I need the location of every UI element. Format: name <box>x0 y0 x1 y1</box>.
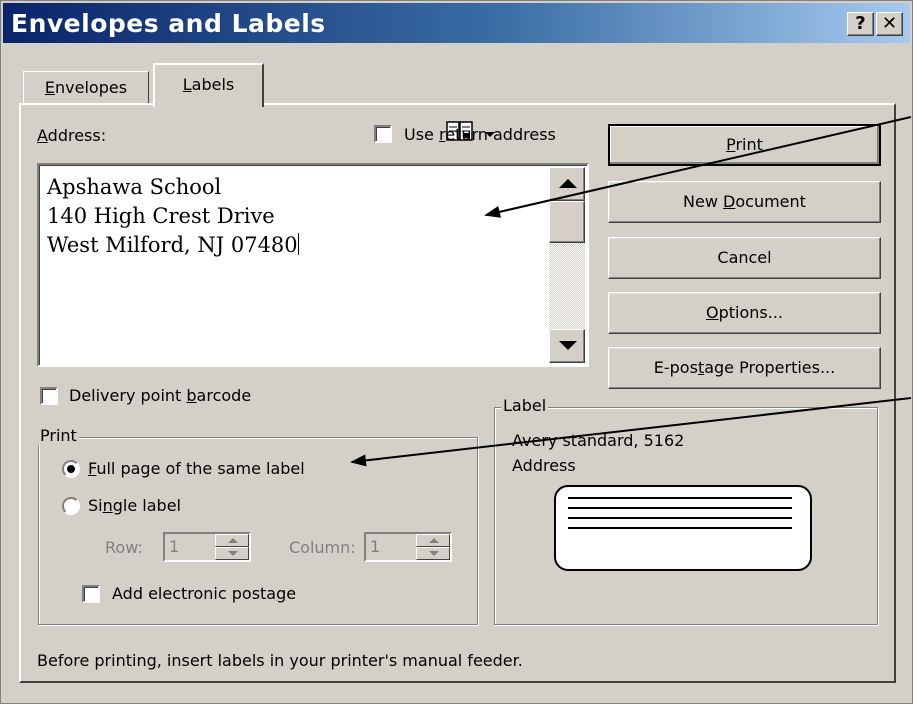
footer-hint: Before printing, insert labels in your p… <box>37 651 523 670</box>
scroll-down-icon <box>559 341 577 350</box>
window-title: Envelopes and Labels <box>11 9 326 38</box>
single-label-radio[interactable] <box>62 497 80 515</box>
delivery-barcode-label: Delivery point barcode <box>69 386 251 405</box>
tab-envelopes-key: E <box>44 78 56 97</box>
dpb-prefix: Delivery point <box>69 386 187 405</box>
envelopes-labels-dialog: Envelopes and Labels ? ✕ Envelopes Label… <box>0 0 913 704</box>
ura-rest: eturn address <box>445 125 556 144</box>
text-caret <box>297 233 299 255</box>
address-label-text: ddress: <box>47 126 107 145</box>
epostage-properties-button[interactable]: E-postage Properties... <box>608 347 881 389</box>
tab-labels[interactable]: Labels <box>153 63 264 107</box>
column-down-arrow[interactable] <box>416 547 450 560</box>
electronic-postage-checkbox[interactable] <box>82 585 100 603</box>
ep-key: g <box>276 584 287 603</box>
print-rest: rint <box>735 135 763 154</box>
dpb-rest: arcode <box>196 386 252 405</box>
tab-labels-key: L <box>182 75 192 94</box>
new-document-button[interactable]: New Document <box>608 181 881 223</box>
newdoc-prefix: New <box>683 192 724 211</box>
down-arrow-icon <box>429 551 439 556</box>
label-group-title: Label <box>501 396 549 415</box>
address-line-1: Apshawa School <box>47 175 222 199</box>
dpb-key: b <box>186 386 197 405</box>
full-page-label: Full page of the same label <box>88 459 305 478</box>
fp-rest: ull page of the same label <box>96 459 305 478</box>
options-key: O <box>706 303 719 322</box>
column-value: 1 <box>370 537 381 556</box>
tab-labels-label: abels <box>191 75 235 94</box>
label-product: Avery standard, 5162 <box>512 431 685 450</box>
sl-key: n <box>102 496 113 515</box>
row-updown[interactable] <box>215 534 249 560</box>
column-spinner[interactable]: 1 <box>364 532 452 562</box>
down-arrow-icon <box>228 551 238 556</box>
preview-line <box>568 517 792 519</box>
address-scrollbar[interactable] <box>549 167 585 363</box>
scroll-thumb[interactable] <box>549 201 585 243</box>
address-line-2: 140 High Crest Drive <box>47 204 275 228</box>
row-spinner[interactable]: 1 <box>163 532 251 562</box>
up-arrow-icon <box>429 538 439 543</box>
options-button[interactable]: Options... <box>608 292 881 334</box>
epostage-prefix: E-pos <box>653 358 698 377</box>
preview-line <box>568 527 792 529</box>
ep-prefix: Add electronic posta <box>112 584 277 603</box>
help-button[interactable]: ? <box>847 12 874 36</box>
row-down-arrow[interactable] <box>215 547 249 560</box>
print-button[interactable]: Print <box>608 124 881 166</box>
up-arrow-icon <box>228 538 238 543</box>
full-page-radio[interactable] <box>62 460 80 478</box>
close-button[interactable]: ✕ <box>876 12 903 36</box>
scroll-up-button[interactable] <box>549 167 585 201</box>
newdoc-rest: ocument <box>735 192 806 211</box>
address-label: Address: <box>37 126 106 145</box>
newdoc-key: D <box>723 192 736 211</box>
row-value: 1 <box>169 537 180 556</box>
sl-rest: gle label <box>112 496 181 515</box>
radio-selected-dot <box>67 465 75 473</box>
print-group-title: Print <box>38 426 79 445</box>
address-label-key: A <box>37 126 48 145</box>
row-label: Row: <box>105 538 143 557</box>
tab-envelopes[interactable]: Envelopes <box>23 71 149 103</box>
column-updown[interactable] <box>416 534 450 560</box>
electronic-postage-label: Add electronic postage <box>112 584 296 603</box>
epostage-rest: age Properties... <box>704 358 836 377</box>
label-type: Address <box>512 456 576 475</box>
options-rest: ptions... <box>718 303 783 322</box>
column-label: Column: <box>289 538 356 557</box>
row-up-arrow[interactable] <box>215 534 249 547</box>
ura-prefix: Use <box>404 125 439 144</box>
use-return-address-checkbox[interactable] <box>374 125 392 143</box>
sl-prefix: Si <box>88 496 103 515</box>
preview-line <box>568 497 792 499</box>
scroll-down-button[interactable] <box>549 329 585 363</box>
preview-line <box>568 507 792 509</box>
tab-envelopes-label: nvelopes <box>55 78 128 97</box>
ep-rest: e <box>286 584 297 603</box>
use-return-address-label: Use return address <box>404 125 556 144</box>
column-up-arrow[interactable] <box>416 534 450 547</box>
cancel-button[interactable]: Cancel <box>608 237 881 279</box>
title-bar: Envelopes and Labels ? ✕ <box>3 3 910 43</box>
label-preview[interactable] <box>554 485 812 571</box>
delivery-barcode-checkbox[interactable] <box>40 387 58 405</box>
scroll-up-icon <box>559 179 577 188</box>
address-textarea[interactable]: Apshawa School 140 High Crest Drive West… <box>37 163 589 367</box>
address-line-3: West Milford, NJ 07480 <box>47 233 298 257</box>
single-label-label: Single label <box>88 496 181 515</box>
address-text: Apshawa School 140 High Crest Drive West… <box>47 173 299 260</box>
